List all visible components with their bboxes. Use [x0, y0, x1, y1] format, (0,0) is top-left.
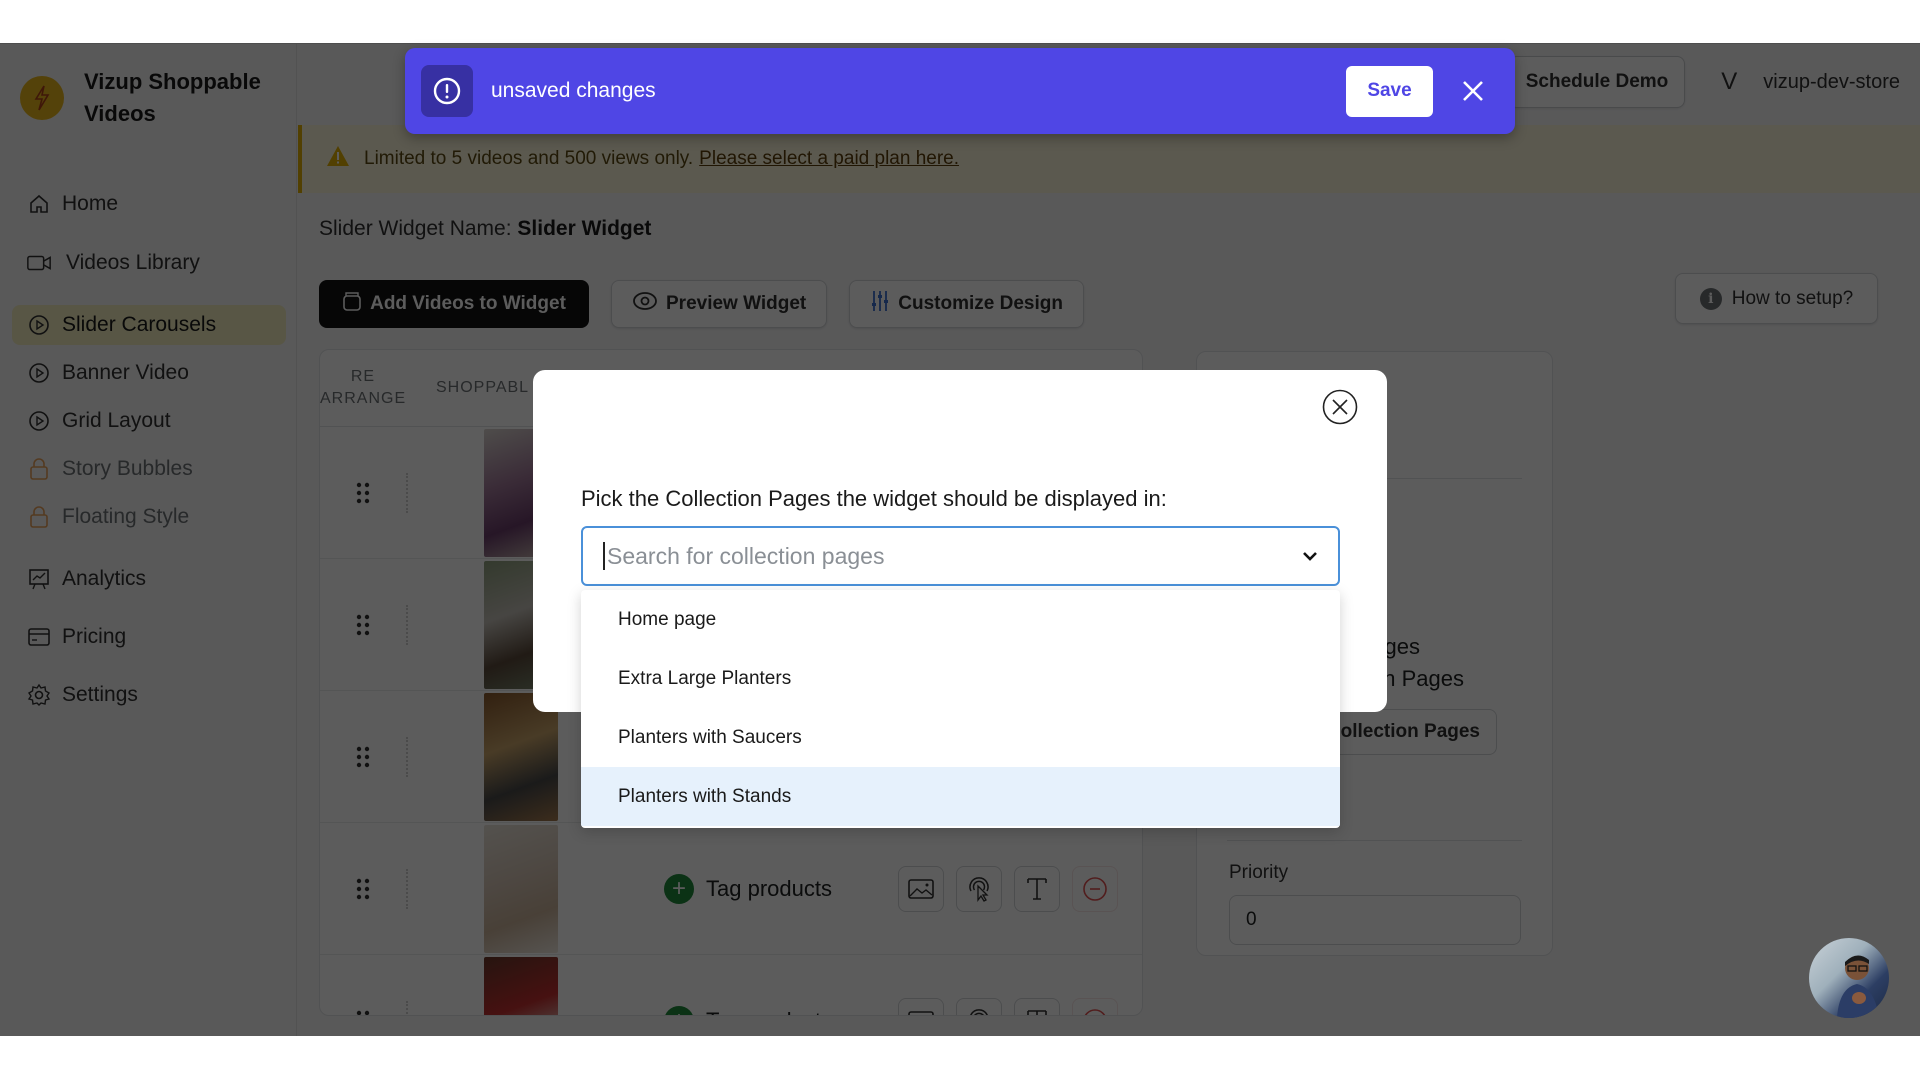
option-home-page[interactable]: Home page: [581, 590, 1340, 649]
unsaved-changes-message: unsaved changes: [491, 79, 656, 102]
chevron-down-icon[interactable]: [1298, 544, 1322, 568]
collection-search-select[interactable]: [581, 526, 1340, 586]
text-cursor: [603, 542, 605, 570]
dismiss-icon[interactable]: [1459, 77, 1487, 105]
alert-circle-icon: [421, 65, 473, 117]
save-button[interactable]: Save: [1346, 65, 1433, 117]
close-icon[interactable]: [1322, 389, 1358, 425]
collection-pages-label: Pick the Collection Pages the widget sho…: [581, 486, 1167, 511]
option-planters-with-stands[interactable]: Planters with Stands: [581, 767, 1340, 826]
unsaved-changes-bar: unsaved changes Save: [405, 48, 1515, 134]
collection-search-input[interactable]: [607, 542, 1247, 570]
person-photo-icon: [1837, 955, 1879, 1018]
collection-options-list: Home page Extra Large Planters Planters …: [581, 590, 1340, 828]
option-planters-with-saucers[interactable]: Planters with Saucers: [581, 708, 1340, 767]
option-extra-large-planters[interactable]: Extra Large Planters: [581, 649, 1340, 708]
support-chat-avatar[interactable]: [1809, 938, 1889, 1018]
